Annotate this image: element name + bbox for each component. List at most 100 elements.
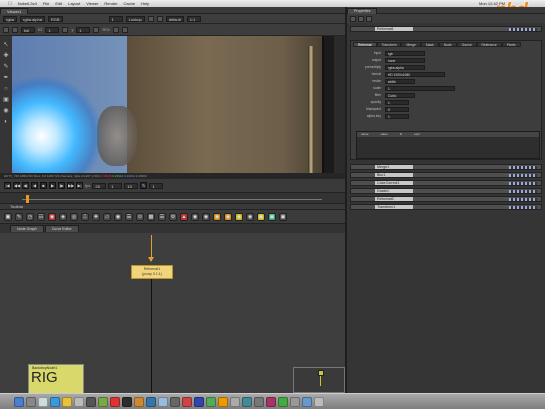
fps-field[interactable]: 25 <box>92 182 107 189</box>
collapsed-panel[interactable]: Blur1 <box>350 172 542 178</box>
folder-icon[interactable] <box>290 396 300 407</box>
preview-icon[interactable] <box>146 396 156 407</box>
pause-icon[interactable] <box>112 26 119 33</box>
loop-button[interactable]: ↻ <box>140 182 148 189</box>
collapsed-panel[interactable]: Merge1 <box>350 164 542 170</box>
end-frame-field[interactable]: 1 <box>149 182 164 189</box>
knob-field[interactable]: 1 <box>385 114 409 119</box>
step-forward-button[interactable]: |▶ <box>58 182 65 189</box>
other-node-icon[interactable]: ⚙ <box>169 212 177 221</box>
wipe-icon[interactable] <box>147 15 154 22</box>
channel-select-dropdown[interactable]: rgba.alpha <box>20 15 45 22</box>
bezier-tool-icon[interactable]: ○ <box>3 86 10 93</box>
toolsets-node-icon[interactable]: ☰ <box>158 212 166 221</box>
roi-icon[interactable] <box>12 26 18 33</box>
launchpad-icon[interactable] <box>26 396 36 407</box>
timeline[interactable] <box>0 193 345 204</box>
transform-node-icon[interactable]: ✚ <box>92 212 100 221</box>
viewer-canvas[interactable] <box>12 36 334 173</box>
tab-curve-editor[interactable]: Curve Editor <box>44 225 79 232</box>
knob-field[interactable]: rgb <box>385 51 425 56</box>
zoom-dropdown[interactable]: 1:1 <box>186 15 201 22</box>
knob-field[interactable]: 1 <box>385 100 409 105</box>
collapsed-panel[interactable]: Grade1 <box>350 188 542 194</box>
menu-help[interactable]: Help <box>141 1 149 6</box>
menu-layout[interactable]: Layout <box>68 1 80 6</box>
knob-field[interactable]: 1 <box>385 86 455 91</box>
gamma-slider-icon[interactable] <box>93 26 100 33</box>
display-dropdown[interactable]: RGB <box>47 15 63 22</box>
reformat-node[interactable]: Reformat1 (proxy 0 1:1) <box>131 265 173 279</box>
photos-icon[interactable] <box>134 396 144 407</box>
calendar-icon[interactable] <box>74 396 84 407</box>
timeline-track[interactable] <box>22 199 322 200</box>
knob-table[interactable]: name value kf expr <box>356 131 540 159</box>
keylight-node-icon[interactable]: ◉ <box>202 212 210 221</box>
quicktime-icon[interactable] <box>242 396 252 407</box>
collapsed-panel[interactable]: Reformat2 <box>350 196 542 202</box>
panel-buttons-icon[interactable] <box>509 166 537 169</box>
panel-buttons-icon[interactable] <box>509 28 537 31</box>
mail-icon[interactable] <box>38 396 48 407</box>
draw-node-icon[interactable]: ✎ <box>15 212 23 221</box>
app-store-icon[interactable] <box>158 396 168 407</box>
first-frame-button[interactable]: |◀ <box>4 182 11 189</box>
color-node-icon[interactable]: ◉ <box>48 212 56 221</box>
transform-tool-icon[interactable]: ✚ <box>3 53 10 60</box>
channels-dropdown[interactable]: rgba <box>3 15 18 22</box>
menu-cache[interactable]: Cache <box>124 1 136 6</box>
navigator-minimap[interactable] <box>293 367 345 393</box>
clip-warning-icon[interactable] <box>3 26 9 33</box>
downloads-icon[interactable] <box>302 396 312 407</box>
panel-tab-2[interactable]: Merge <box>401 42 421 47</box>
panel-tab-7[interactable]: Pixels <box>501 42 521 47</box>
knob-field[interactable]: rgba.alpha <box>385 65 425 70</box>
input-process-dropdown[interactable]: Lookup <box>125 15 145 22</box>
merge-node-icon[interactable]: ⎍ <box>81 212 89 221</box>
knob-field[interactable]: HD 1920x1080 <box>385 72 445 77</box>
panel-buttons-icon[interactable] <box>509 206 537 209</box>
frame-field[interactable]: 1 <box>108 182 123 189</box>
firefox-icon[interactable] <box>266 396 276 407</box>
gain-field[interactable]: 1 <box>45 26 60 33</box>
menu-app[interactable]: Nuke6.3v4 <box>18 1 37 6</box>
knob-field[interactable]: Cubic <box>385 93 415 98</box>
input-a-dropdown[interactable]: 1 <box>108 15 123 22</box>
aftereffects-icon[interactable] <box>194 396 204 407</box>
timeline-playhead[interactable] <box>26 195 29 203</box>
menu-viewer[interactable]: Viewer <box>86 1 98 6</box>
dodge-tool-icon[interactable]: ◐ <box>3 119 10 126</box>
panel-buttons-icon[interactable] <box>509 190 537 193</box>
panel-tab-0[interactable]: Reformat <box>353 42 377 47</box>
last-frame-button[interactable]: ▶| <box>76 182 83 189</box>
panel-tab-4[interactable]: Node <box>438 42 457 47</box>
node-name-field[interactable]: Reformat1 <box>375 27 413 31</box>
views-node-icon[interactable]: ◉ <box>114 212 122 221</box>
panel-buttons-icon[interactable] <box>509 174 537 177</box>
prev-key-button[interactable]: ◀◀ <box>13 182 20 189</box>
3d-node-icon[interactable]: ▱ <box>103 212 111 221</box>
backdrop-node[interactable]: BackdropNode1 RIG <box>28 364 84 394</box>
increment-field[interactable]: 10 <box>124 182 139 189</box>
play-button[interactable]: ▶ <box>49 182 56 189</box>
messages-icon[interactable] <box>98 396 108 407</box>
apple-icon[interactable]:  <box>8 1 12 7</box>
node-graph-canvas[interactable]: Reformat1 (proxy 0 1:1) BackdropNode1 RI… <box>0 233 345 394</box>
clear-panels-icon[interactable] <box>358 15 364 22</box>
lock-icon[interactable] <box>366 15 372 22</box>
metadata-node-icon[interactable]: ☰ <box>125 212 133 221</box>
gizmo-e-icon[interactable]: ▣ <box>257 212 265 221</box>
gizmo-d-icon[interactable]: ◉ <box>246 212 254 221</box>
collapsed-panel[interactable]: ColorCorrect1 <box>350 180 542 186</box>
keyer-node-icon[interactable]: ◎ <box>70 212 78 221</box>
lut-dropdown[interactable]: default <box>165 15 184 22</box>
safari-icon[interactable] <box>50 396 60 407</box>
compare-icon[interactable] <box>156 15 163 22</box>
stop-button[interactable]: ■ <box>40 182 47 189</box>
knob-field[interactable]: width <box>385 79 415 84</box>
gizmo-b-icon[interactable]: ◉ <box>224 212 232 221</box>
nuke-icon[interactable] <box>122 396 132 407</box>
clone-tool-icon[interactable]: ▣ <box>3 97 10 104</box>
ocula-node-icon[interactable]: ◉ <box>191 212 199 221</box>
activity-monitor-icon[interactable] <box>254 396 264 407</box>
